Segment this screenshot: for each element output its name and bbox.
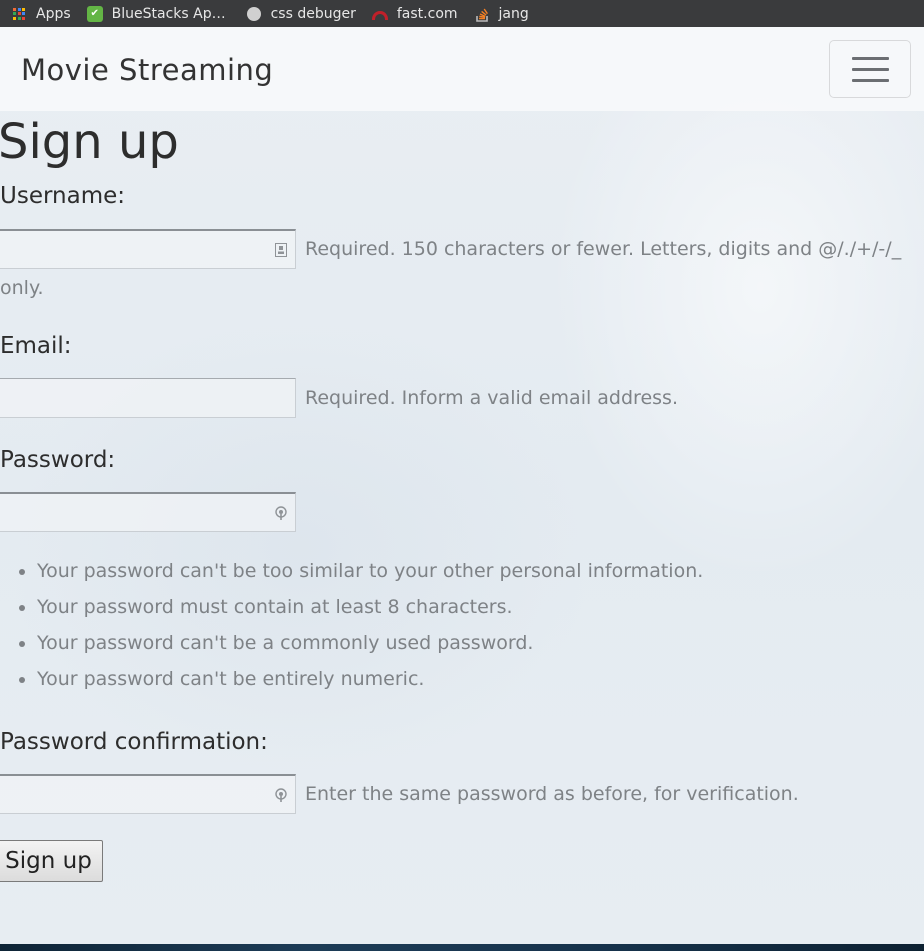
email-label: Email: — [0, 333, 72, 359]
navbar: Movie Streaming — [0, 27, 924, 111]
navbar-brand[interactable]: Movie Streaming — [21, 53, 273, 87]
username-help-text: Required. 150 characters or fewer. Lette… — [0, 238, 902, 299]
apps-grid-icon — [11, 6, 27, 22]
bluestacks-icon: ✔ — [86, 5, 103, 22]
password-rules-list: Your password can't be too similar to yo… — [0, 555, 703, 699]
bookmark-fast-com[interactable]: fast.com — [371, 5, 458, 22]
bookmark-label: jang — [498, 5, 529, 22]
password-rule: Your password can't be a commonly used p… — [37, 627, 703, 663]
password-confirmation-label: Password confirmation: — [0, 729, 268, 755]
password-confirmation-help-text: Enter the same password as before, for v… — [305, 783, 799, 805]
password-field[interactable] — [0, 492, 296, 532]
fast-speedometer-icon — [371, 6, 388, 22]
navbar-toggler-button[interactable] — [829, 40, 911, 98]
bookmark-label: fast.com — [396, 5, 458, 22]
page-bottom-strip — [0, 944, 924, 951]
password-label: Password: — [0, 447, 116, 473]
bookmarks-bar: Apps ✔ BlueStacks Ap… css debuger fast.c… — [0, 0, 924, 27]
email-help-text: Required. Inform a valid email address. — [305, 387, 678, 409]
globe-icon — [246, 6, 262, 22]
username-label: Username: — [0, 183, 125, 209]
password-rule: Your password can't be entirely numeric. — [37, 663, 703, 699]
page-title: Sign up — [0, 114, 179, 170]
stackoverflow-icon — [474, 6, 490, 22]
key-icon — [275, 787, 287, 802]
email-field[interactable] — [0, 378, 296, 418]
password-rule: Your password must contain at least 8 ch… — [37, 591, 703, 627]
sign-up-button[interactable]: Sign up — [0, 840, 103, 882]
bookmark-label: css debuger — [270, 5, 356, 22]
bookmark-css-debuger[interactable]: css debuger — [246, 6, 356, 22]
bookmark-label: Apps — [36, 5, 71, 22]
bookmark-jang[interactable]: jang — [474, 6, 529, 22]
bookmark-apps[interactable]: Apps — [11, 6, 71, 22]
key-icon — [275, 505, 287, 520]
bookmark-label: BlueStacks Ap… — [111, 5, 226, 22]
password-confirmation-field[interactable] — [0, 774, 296, 814]
password-rule: Your password can't be too similar to yo… — [37, 555, 703, 591]
bookmark-bluestacks[interactable]: ✔ BlueStacks Ap… — [86, 5, 226, 22]
